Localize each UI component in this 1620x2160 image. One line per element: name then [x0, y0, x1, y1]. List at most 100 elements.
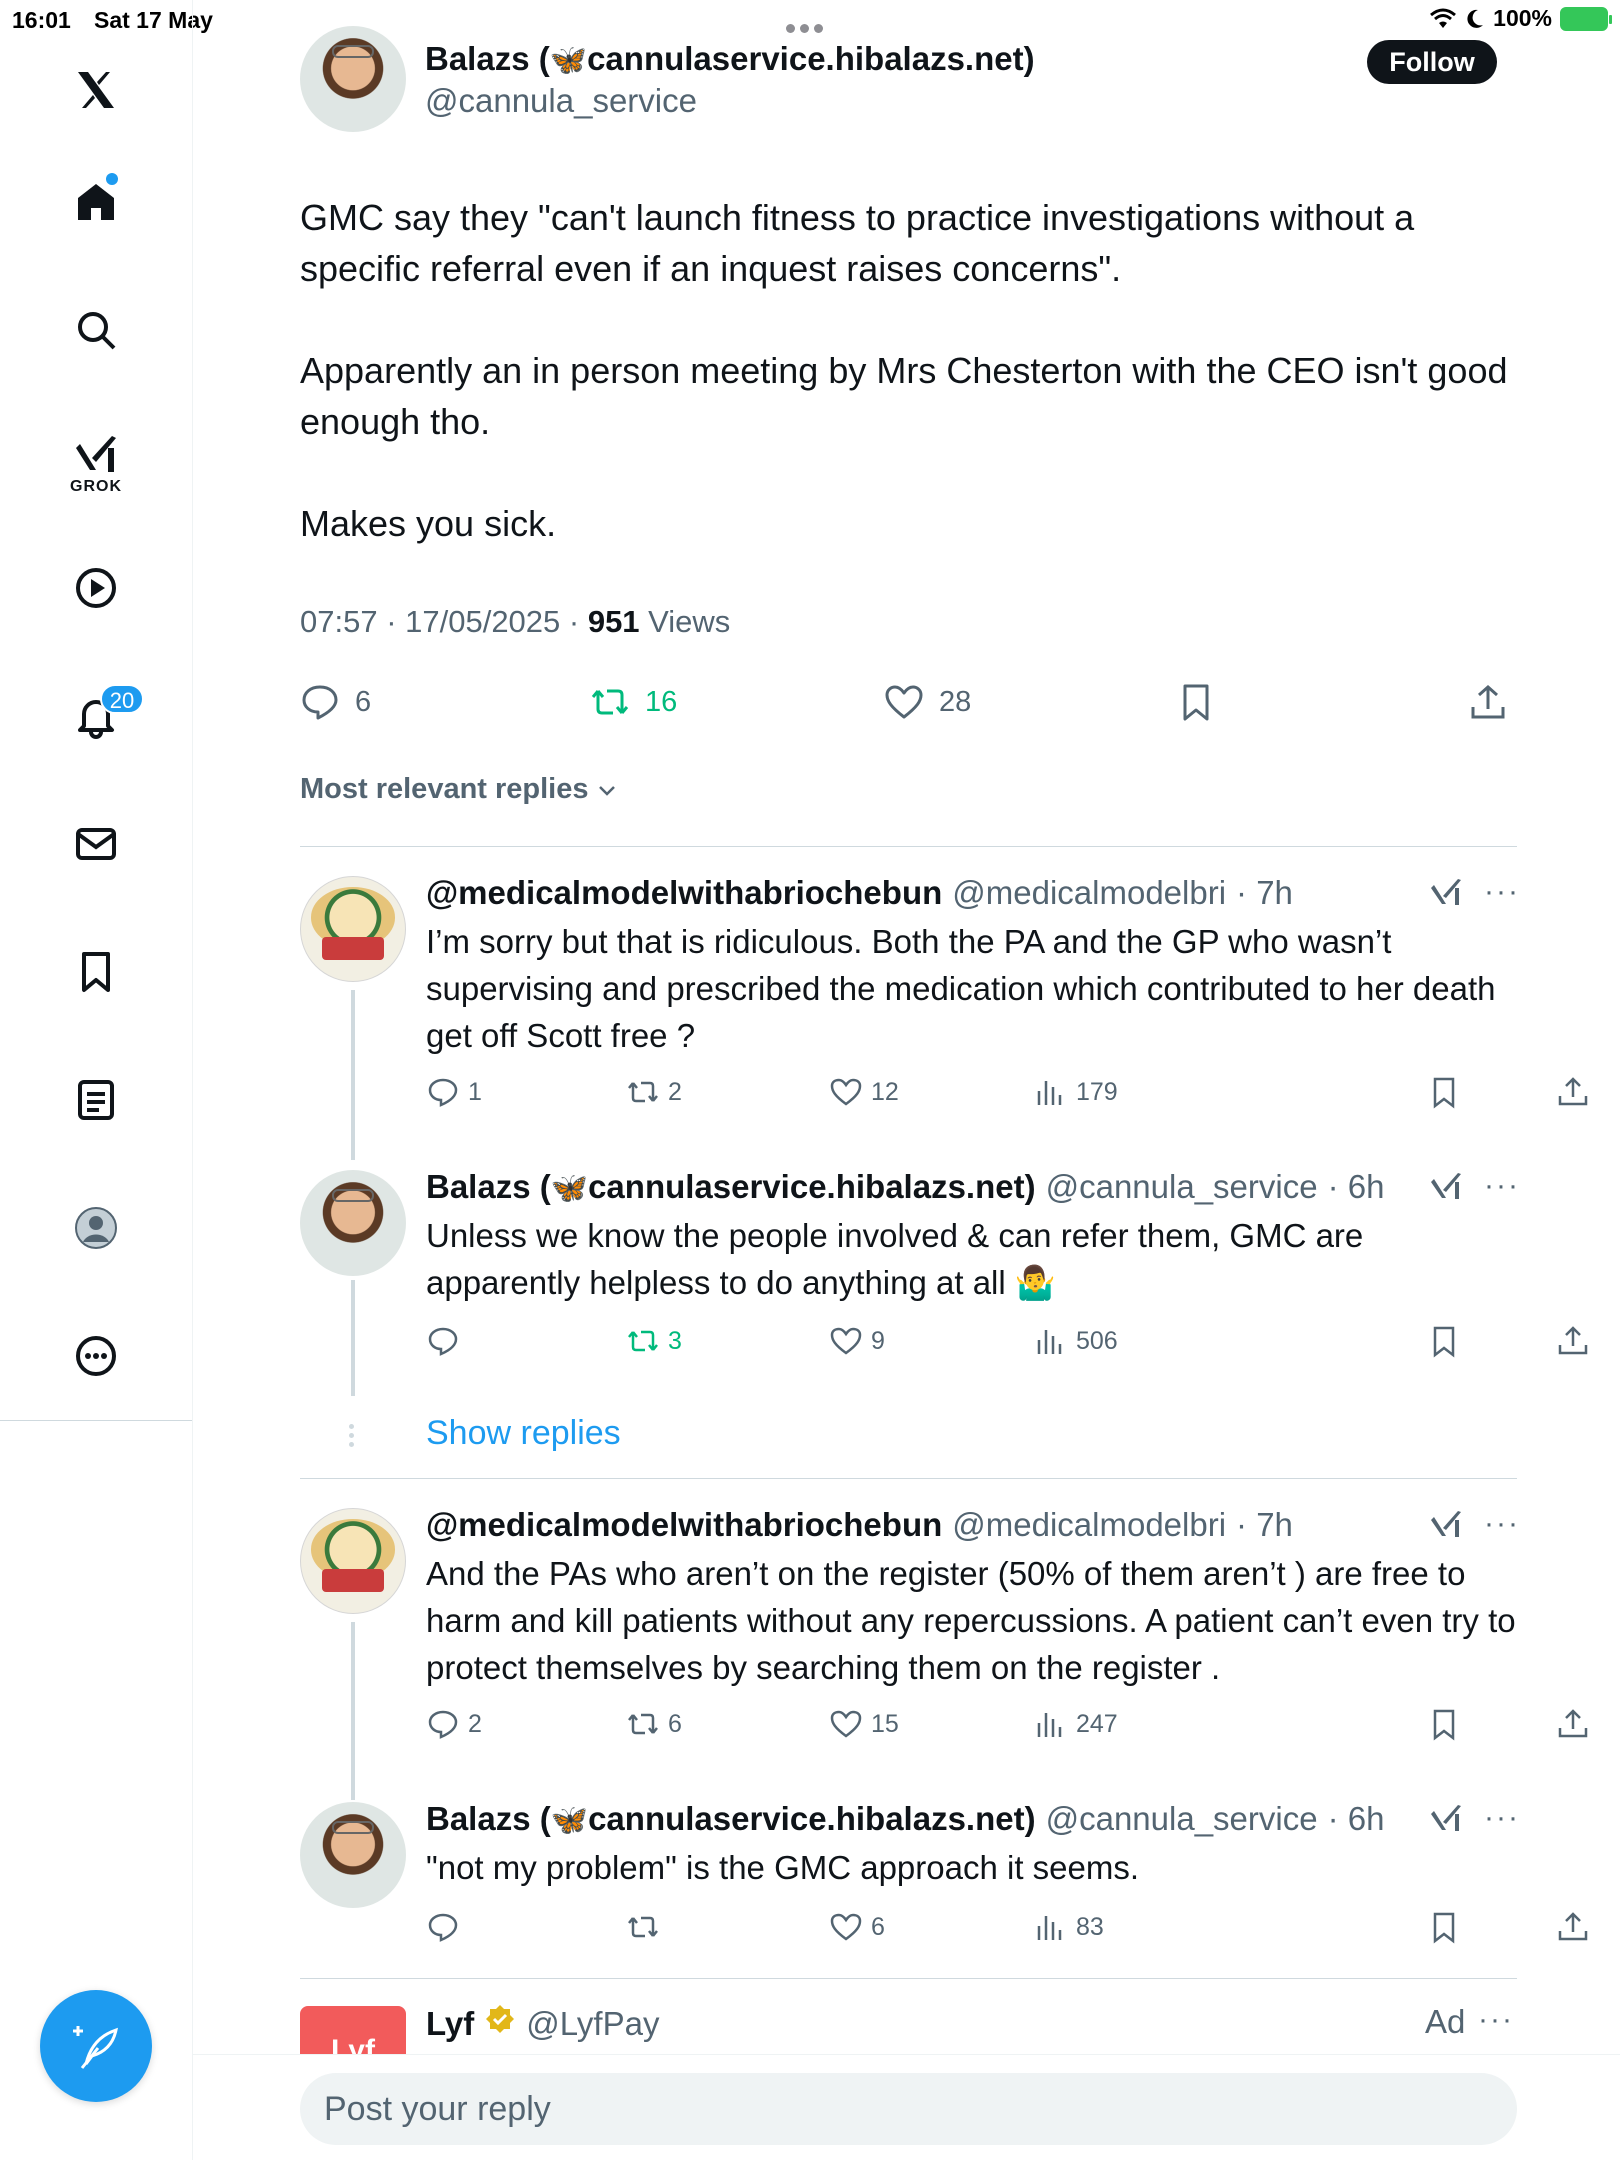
like-button[interactable]: 9: [829, 1324, 885, 1358]
like-button[interactable]: 12: [829, 1075, 899, 1109]
repost-button[interactable]: 2: [626, 1075, 682, 1109]
bookmark-button[interactable]: [1427, 1075, 1461, 1109]
reply-header-icons: ···: [1428, 1800, 1520, 1836]
repost-button[interactable]: [626, 1910, 668, 1944]
repost-button[interactable]: 6: [626, 1707, 682, 1741]
reply-header: Balazs (🦋cannulaservice.hibalazs.net) @c…: [426, 1168, 1384, 1206]
share-button[interactable]: [1556, 1324, 1590, 1358]
reply-avatar[interactable]: [300, 876, 406, 982]
reply-icon: [428, 1327, 458, 1356]
video-icon[interactable]: [66, 558, 126, 618]
reply-button[interactable]: [426, 1910, 468, 1944]
profile-icon[interactable]: [66, 1198, 126, 1258]
bookmark-button[interactable]: [1175, 681, 1217, 723]
heart-icon: [830, 1710, 862, 1738]
bookmarks-icon[interactable]: [66, 942, 126, 1002]
like-button[interactable]: 6: [829, 1910, 885, 1944]
like-count: 12: [871, 1077, 899, 1106]
views-button[interactable]: 179: [1034, 1075, 1118, 1109]
repost-icon: [628, 1081, 658, 1103]
search-icon[interactable]: [66, 300, 126, 360]
reply-button[interactable]: 2: [426, 1707, 482, 1741]
reply-author-name[interactable]: @medicalmodelwithabriochebun: [426, 1506, 942, 1544]
views-count: 951: [587, 604, 640, 639]
views-label: Views: [639, 604, 731, 639]
reply-author-name[interactable]: @medicalmodelwithabriochebun: [426, 874, 942, 912]
reply-button[interactable]: [426, 1324, 468, 1358]
share-icon: [1558, 1912, 1588, 1941]
post-paragraph: Makes you sick.: [300, 503, 557, 544]
chevron-down-icon: [598, 785, 615, 796]
author-avatar[interactable]: [300, 26, 406, 132]
reply-header: @medicalmodelwithabriochebun @medicalmod…: [426, 1506, 1293, 1544]
reply-avatar[interactable]: [300, 1802, 406, 1908]
x-logo-icon[interactable]: [66, 60, 126, 120]
more-options-icon[interactable]: ···: [1478, 2003, 1514, 2037]
sidebar: GROK 20: [0, 0, 193, 2160]
reply-author-handle[interactable]: @cannula_service: [1046, 1168, 1318, 1206]
share-button[interactable]: [1556, 1910, 1590, 1944]
notifications-badge: 20: [100, 684, 144, 714]
messages-icon[interactable]: [66, 814, 126, 874]
more-options-icon[interactable]: ···: [1484, 1801, 1520, 1835]
grok-icon[interactable]: [1428, 1800, 1464, 1836]
ad-author-name[interactable]: Lyf: [426, 2005, 474, 2043]
like-button[interactable]: 28: [883, 681, 971, 723]
author-name[interactable]: Balazs (🦋cannulaservice.hibalazs.net): [425, 40, 1035, 78]
grok-icon[interactable]: [1428, 874, 1464, 910]
reply-time[interactable]: · 7h: [1236, 874, 1293, 912]
bookmark-icon: [1183, 684, 1209, 721]
grok-icon[interactable]: [1428, 1506, 1464, 1542]
reply-time[interactable]: · 7h: [1236, 1506, 1293, 1544]
reply-time[interactable]: · 6h: [1328, 1800, 1385, 1838]
reply-input[interactable]: Post your reply: [300, 2073, 1517, 2145]
bookmark-button[interactable]: [1427, 1324, 1461, 1358]
reply-avatar[interactable]: [300, 1170, 406, 1276]
ad-author-handle[interactable]: @LyfPay: [526, 2005, 659, 2043]
reply-author-name[interactable]: Balazs (🦋cannulaservice.hibalazs.net): [426, 1800, 1036, 1838]
reply-text: I’m sorry but that is ridiculous. Both t…: [426, 923, 1496, 1054]
lists-icon[interactable]: [66, 1070, 126, 1130]
like-button[interactable]: 15: [829, 1707, 899, 1741]
more-icon[interactable]: [66, 1326, 126, 1386]
reply-time[interactable]: · 6h: [1328, 1168, 1385, 1206]
more-options-icon[interactable]: ···: [1484, 875, 1520, 909]
post-timestamp[interactable]: 07:57 · 17/05/2025 ·: [300, 604, 588, 639]
share-button[interactable]: [1556, 1075, 1590, 1109]
like-count: 28: [939, 685, 972, 718]
repost-button[interactable]: 3: [626, 1324, 682, 1358]
ad-header: Lyf @LyfPay: [426, 2003, 659, 2043]
reply-author-handle[interactable]: @medicalmodelbri: [952, 1506, 1226, 1544]
compose-post-button[interactable]: [40, 1990, 152, 2102]
show-replies-link[interactable]: Show replies: [426, 1414, 621, 1453]
views-button[interactable]: 247: [1034, 1707, 1118, 1741]
reply-avatar[interactable]: [300, 1508, 406, 1614]
follow-button[interactable]: Follow: [1367, 40, 1497, 84]
views-button[interactable]: 506: [1034, 1324, 1118, 1358]
reply-count: 1: [468, 1077, 482, 1106]
ad-label: Ad: [1425, 2003, 1466, 2040]
bookmark-button[interactable]: [1427, 1910, 1461, 1944]
reply-button[interactable]: 6: [299, 681, 371, 723]
share-button[interactable]: [1467, 681, 1509, 723]
grok-icon[interactable]: [66, 424, 126, 484]
divider: [300, 1478, 1517, 1479]
repost-count: 6: [668, 1709, 682, 1738]
share-button[interactable]: [1556, 1707, 1590, 1741]
grok-icon[interactable]: [1428, 1168, 1464, 1204]
reply-button[interactable]: 1: [426, 1075, 482, 1109]
reply-author-handle[interactable]: @medicalmodelbri: [952, 874, 1226, 912]
bookmark-button[interactable]: [1427, 1707, 1461, 1741]
repost-button[interactable]: 16: [589, 681, 677, 723]
views-button[interactable]: 83: [1034, 1910, 1104, 1944]
thread-line: [351, 1622, 355, 1800]
replies-sort-dropdown[interactable]: Most relevant replies: [300, 773, 619, 806]
reply-text: And the PAs who aren’t on the register (…: [426, 1555, 1516, 1686]
reply-author-name[interactable]: Balazs (🦋cannulaservice.hibalazs.net): [426, 1168, 1036, 1206]
author-handle[interactable]: @cannula_service: [425, 82, 697, 120]
more-options-icon[interactable]: ···: [1484, 1507, 1520, 1541]
reply-header: Balazs (🦋cannulaservice.hibalazs.net) @c…: [426, 1800, 1384, 1838]
more-options-icon[interactable]: ···: [1484, 1169, 1520, 1203]
share-icon: [1558, 1326, 1588, 1355]
reply-author-handle[interactable]: @cannula_service: [1046, 1800, 1318, 1838]
